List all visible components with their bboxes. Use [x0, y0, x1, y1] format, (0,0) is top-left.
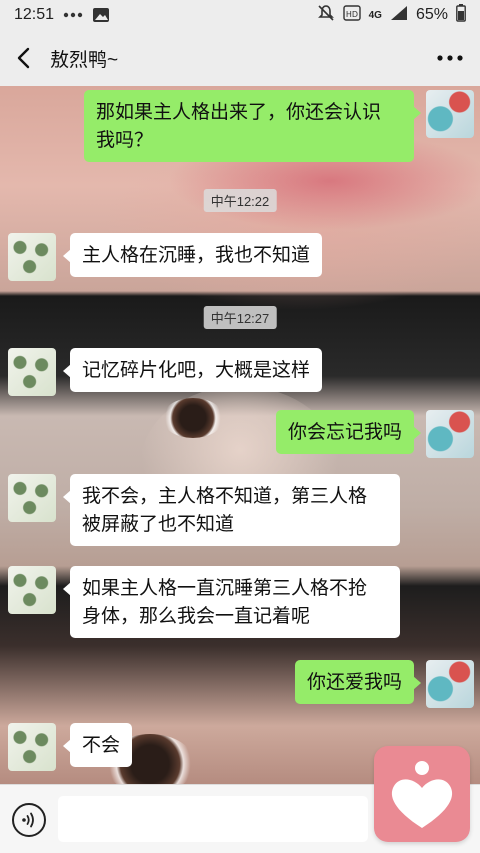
battery-icon [456, 4, 466, 26]
message-text: 那如果主人格出来了，你还会认识 [96, 101, 382, 123]
my-avatar[interactable] [426, 410, 474, 458]
message-row: 主人格在沉睡，我也不知道 [8, 233, 323, 281]
contact-avatar[interactable] [8, 723, 56, 771]
more-icon [437, 55, 463, 61]
network-type: 4G [368, 9, 382, 21]
received-message-bubble[interactable]: 主人格在沉睡，我也不知道 [62, 233, 323, 277]
my-avatar[interactable] [426, 660, 474, 708]
timestamp: 中午12:27 [203, 306, 277, 329]
received-message-bubble[interactable]: 如果主人格一直沉睡第三人格不抢 身体，那么我会一直记着呢 [63, 566, 400, 638]
chat-header: 敖烈鸭~ [0, 30, 480, 86]
message-row: 我不会，主人格不知道，第三人格 被屏蔽了也不知道 [8, 474, 400, 546]
message-text: 你还爱我吗 [306, 671, 402, 693]
status-time: 12:51 [14, 6, 55, 23]
floating-heart-button[interactable] [374, 746, 470, 842]
message-row: 你还爱我吗 [294, 660, 474, 708]
message-input[interactable] [58, 796, 368, 842]
svg-text:HD: HD [346, 10, 358, 19]
contact-avatar[interactable] [8, 348, 56, 396]
my-avatar[interactable] [426, 90, 474, 138]
contact-avatar[interactable] [8, 474, 56, 522]
message-text: 我不会，主人格不知道，第三人格 [82, 485, 368, 507]
gallery-icon [92, 7, 110, 23]
sent-message-bubble[interactable]: 那如果主人格出来了，你还会认识 我吗？ [84, 90, 421, 162]
message-text: 记忆碎片化吧，大概是这样 [82, 359, 311, 381]
chat-title: 敖烈鸭~ [50, 49, 119, 71]
contact-avatar[interactable] [8, 233, 56, 281]
received-message-bubble[interactable]: 我不会，主人格不知道，第三人格 被屏蔽了也不知道 [63, 474, 400, 546]
message-text: 身体，那么我会一直记着呢 [82, 605, 311, 627]
sent-message-bubble[interactable]: 你会忘记我吗 [275, 410, 422, 454]
contact-avatar[interactable] [8, 566, 56, 614]
status-bar: 12:51 HD 4G 65% [0, 0, 480, 30]
message-text: 主人格在沉睡，我也不知道 [82, 244, 311, 266]
message-text: 如果主人格一直沉睡第三人格不抢 [82, 577, 368, 599]
mute-icon [317, 4, 335, 26]
message-text: 不会 [82, 734, 121, 756]
battery-percent: 65% [415, 6, 448, 23]
voice-icon [22, 812, 34, 828]
message-text: 被屏蔽了也不知道 [82, 513, 235, 535]
background-eye [162, 398, 224, 438]
signal-icon [390, 5, 408, 25]
message-text: 我吗？ [96, 129, 154, 151]
sent-message-bubble[interactable]: 你还爱我吗 [294, 660, 422, 704]
message-row: 记忆碎片化吧，大概是这样 [8, 348, 323, 396]
hd-icon: HD [342, 5, 361, 25]
message-row: 如果主人格一直沉睡第三人格不抢 身体，那么我会一直记着呢 [8, 566, 400, 638]
message-text: 你会忘记我吗 [287, 421, 402, 443]
chat-area[interactable]: 那如果主人格出来了，你还会认识 我吗？ 中午12:22 主人格在沉睡，我也不知道… [0, 86, 480, 784]
notification-dots-icon [62, 8, 84, 22]
back-button[interactable] [2, 30, 46, 86]
received-message-bubble[interactable]: 记忆碎片化吧，大概是这样 [62, 348, 323, 392]
heart-person-icon [391, 761, 453, 828]
timestamp: 中午12:22 [203, 189, 277, 212]
chevron-left-icon [17, 47, 30, 69]
received-message-bubble[interactable]: 不会 [62, 723, 133, 767]
message-row: 你会忘记我吗 [275, 410, 474, 458]
more-button[interactable] [420, 30, 480, 86]
message-row: 那如果主人格出来了，你还会认识 我吗？ [84, 90, 474, 162]
voice-button[interactable] [12, 803, 46, 837]
message-row: 不会 [8, 723, 133, 771]
